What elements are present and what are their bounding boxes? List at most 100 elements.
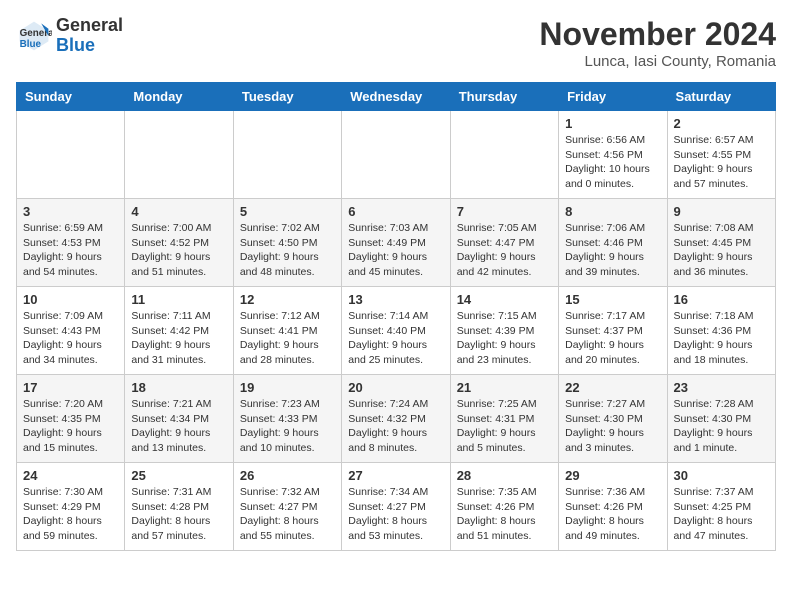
calendar-cell: 22 Sunrise: 7:27 AM Sunset: 4:30 PM Dayli…: [559, 375, 667, 463]
day-info: Sunrise: 7:37 AM Sunset: 4:25 PM Dayligh…: [674, 485, 769, 544]
day-number: 23: [674, 380, 769, 395]
week-row-4: 17Sunrise: 7:20 AM Sunset: 4:35 PM Dayli…: [17, 375, 776, 463]
day-number: 7: [457, 204, 552, 219]
day-number: 13: [348, 292, 443, 307]
calendar-cell: 10Sunrise: 7:09 AM Sunset: 4:43 PM Dayli…: [17, 287, 125, 375]
day-number: 26: [240, 468, 335, 483]
day-number: 30: [674, 468, 769, 483]
calendar-cell: 6Sunrise: 7:03 AM Sunset: 4:49 PM Daylig…: [342, 199, 450, 287]
calendar-cell: 23 Sunrise: 7:28 AM Sunset: 4:30 PM Dayli…: [667, 375, 775, 463]
day-info: Sunrise: 7:28 AM Sunset: 4:30 PM Dayligh…: [674, 397, 769, 456]
calendar-cell: 3 Sunrise: 6:59 AM Sunset: 4:53 PM Daylig…: [17, 199, 125, 287]
day-number: 15: [565, 292, 660, 307]
month-title: November 2024: [539, 16, 776, 53]
calendar-cell: 24 Sunrise: 7:30 AM Sunset: 4:29 PM Dayli…: [17, 463, 125, 551]
day-info: Sunrise: 7:17 AM Sunset: 4:37 PM Dayligh…: [565, 309, 660, 368]
calendar-cell: [233, 111, 341, 199]
week-row-2: 3 Sunrise: 6:59 AM Sunset: 4:53 PM Daylig…: [17, 199, 776, 287]
header-friday: Friday: [559, 83, 667, 111]
calendar-cell: 29 Sunrise: 7:36 AM Sunset: 4:26 PM Dayli…: [559, 463, 667, 551]
day-number: 19: [240, 380, 335, 395]
day-info: Sunrise: 7:21 AM Sunset: 4:34 PM Dayligh…: [131, 397, 226, 456]
day-number: 11: [131, 292, 226, 307]
calendar-cell: [342, 111, 450, 199]
logo-general-text: General: [56, 16, 123, 36]
header-wednesday: Wednesday: [342, 83, 450, 111]
calendar-cell: 12Sunrise: 7:12 AM Sunset: 4:41 PM Dayli…: [233, 287, 341, 375]
calendar-cell: 2 Sunrise: 6:57 AM Sunset: 4:55 PM Daylig…: [667, 111, 775, 199]
day-info: Sunrise: 7:05 AM Sunset: 4:47 PM Dayligh…: [457, 221, 552, 280]
calendar-cell: 26Sunrise: 7:32 AM Sunset: 4:27 PM Dayli…: [233, 463, 341, 551]
calendar-cell: 20 Sunrise: 7:24 AM Sunset: 4:32 PM Dayli…: [342, 375, 450, 463]
day-number: 14: [457, 292, 552, 307]
calendar-cell: 11 Sunrise: 7:11 AM Sunset: 4:42 PM Dayli…: [125, 287, 233, 375]
calendar-cell: 21 Sunrise: 7:25 AM Sunset: 4:31 PM Dayli…: [450, 375, 558, 463]
week-row-3: 10Sunrise: 7:09 AM Sunset: 4:43 PM Dayli…: [17, 287, 776, 375]
day-number: 21: [457, 380, 552, 395]
header-saturday: Saturday: [667, 83, 775, 111]
calendar-cell: 16 Sunrise: 7:18 AM Sunset: 4:36 PM Dayli…: [667, 287, 775, 375]
day-info: Sunrise: 7:23 AM Sunset: 4:33 PM Dayligh…: [240, 397, 335, 456]
header-monday: Monday: [125, 83, 233, 111]
day-info: Sunrise: 7:36 AM Sunset: 4:26 PM Dayligh…: [565, 485, 660, 544]
week-row-1: 1Sunrise: 6:56 AM Sunset: 4:56 PM Daylig…: [17, 111, 776, 199]
day-info: Sunrise: 7:24 AM Sunset: 4:32 PM Dayligh…: [348, 397, 443, 456]
day-info: Sunrise: 6:59 AM Sunset: 4:53 PM Dayligh…: [23, 221, 118, 280]
day-number: 28: [457, 468, 552, 483]
day-info: Sunrise: 7:15 AM Sunset: 4:39 PM Dayligh…: [457, 309, 552, 368]
day-number: 4: [131, 204, 226, 219]
logo-blue-text: Blue: [56, 36, 123, 56]
calendar-cell: 30 Sunrise: 7:37 AM Sunset: 4:25 PM Dayli…: [667, 463, 775, 551]
week-row-5: 24 Sunrise: 7:30 AM Sunset: 4:29 PM Dayli…: [17, 463, 776, 551]
day-number: 1: [565, 116, 660, 131]
day-info: Sunrise: 7:02 AM Sunset: 4:50 PM Dayligh…: [240, 221, 335, 280]
header-tuesday: Tuesday: [233, 83, 341, 111]
day-info: Sunrise: 7:25 AM Sunset: 4:31 PM Dayligh…: [457, 397, 552, 456]
calendar-cell: 28 Sunrise: 7:35 AM Sunset: 4:26 PM Dayli…: [450, 463, 558, 551]
day-info: Sunrise: 7:30 AM Sunset: 4:29 PM Dayligh…: [23, 485, 118, 544]
day-number: 24: [23, 468, 118, 483]
day-info: Sunrise: 7:34 AM Sunset: 4:27 PM Dayligh…: [348, 485, 443, 544]
day-info: Sunrise: 7:35 AM Sunset: 4:26 PM Dayligh…: [457, 485, 552, 544]
day-number: 10: [23, 292, 118, 307]
day-number: 5: [240, 204, 335, 219]
day-number: 22: [565, 380, 660, 395]
calendar-cell: 15 Sunrise: 7:17 AM Sunset: 4:37 PM Dayli…: [559, 287, 667, 375]
day-info: Sunrise: 7:27 AM Sunset: 4:30 PM Dayligh…: [565, 397, 660, 456]
day-number: 20: [348, 380, 443, 395]
day-number: 25: [131, 468, 226, 483]
calendar-cell: 18Sunrise: 7:21 AM Sunset: 4:34 PM Dayli…: [125, 375, 233, 463]
day-number: 8: [565, 204, 660, 219]
calendar-cell: 8Sunrise: 7:06 AM Sunset: 4:46 PM Daylig…: [559, 199, 667, 287]
calendar-cell: 19 Sunrise: 7:23 AM Sunset: 4:33 PM Dayli…: [233, 375, 341, 463]
day-info: Sunrise: 7:18 AM Sunset: 4:36 PM Dayligh…: [674, 309, 769, 368]
day-info: Sunrise: 7:11 AM Sunset: 4:42 PM Dayligh…: [131, 309, 226, 368]
day-number: 9: [674, 204, 769, 219]
calendar-cell: 27 Sunrise: 7:34 AM Sunset: 4:27 PM Dayli…: [342, 463, 450, 551]
day-number: 16: [674, 292, 769, 307]
day-info: Sunrise: 7:00 AM Sunset: 4:52 PM Dayligh…: [131, 221, 226, 280]
day-info: Sunrise: 7:03 AM Sunset: 4:49 PM Dayligh…: [348, 221, 443, 280]
title-area: November 2024 Lunca, Iasi County, Romani…: [539, 16, 776, 70]
day-number: 17: [23, 380, 118, 395]
logo: General Blue General Blue: [16, 16, 123, 56]
day-number: 3: [23, 204, 118, 219]
day-info: Sunrise: 6:57 AM Sunset: 4:55 PM Dayligh…: [674, 133, 769, 192]
header-sunday: Sunday: [17, 83, 125, 111]
calendar-cell: 13 Sunrise: 7:14 AM Sunset: 4:40 PM Dayli…: [342, 287, 450, 375]
logo-text: General Blue: [56, 16, 123, 56]
calendar-cell: [450, 111, 558, 199]
day-number: 27: [348, 468, 443, 483]
calendar-cell: 25Sunrise: 7:31 AM Sunset: 4:28 PM Dayli…: [125, 463, 233, 551]
day-info: Sunrise: 7:14 AM Sunset: 4:40 PM Dayligh…: [348, 309, 443, 368]
calendar-cell: [125, 111, 233, 199]
svg-text:Blue: Blue: [20, 39, 42, 50]
calendar-cell: 9Sunrise: 7:08 AM Sunset: 4:45 PM Daylig…: [667, 199, 775, 287]
day-number: 29: [565, 468, 660, 483]
header-row: SundayMondayTuesdayWednesdayThursdayFrid…: [17, 83, 776, 111]
location-title: Lunca, Iasi County, Romania: [539, 53, 776, 70]
day-number: 12: [240, 292, 335, 307]
calendar-cell: 5 Sunrise: 7:02 AM Sunset: 4:50 PM Daylig…: [233, 199, 341, 287]
logo-icon: General Blue: [16, 18, 52, 54]
day-number: 2: [674, 116, 769, 131]
